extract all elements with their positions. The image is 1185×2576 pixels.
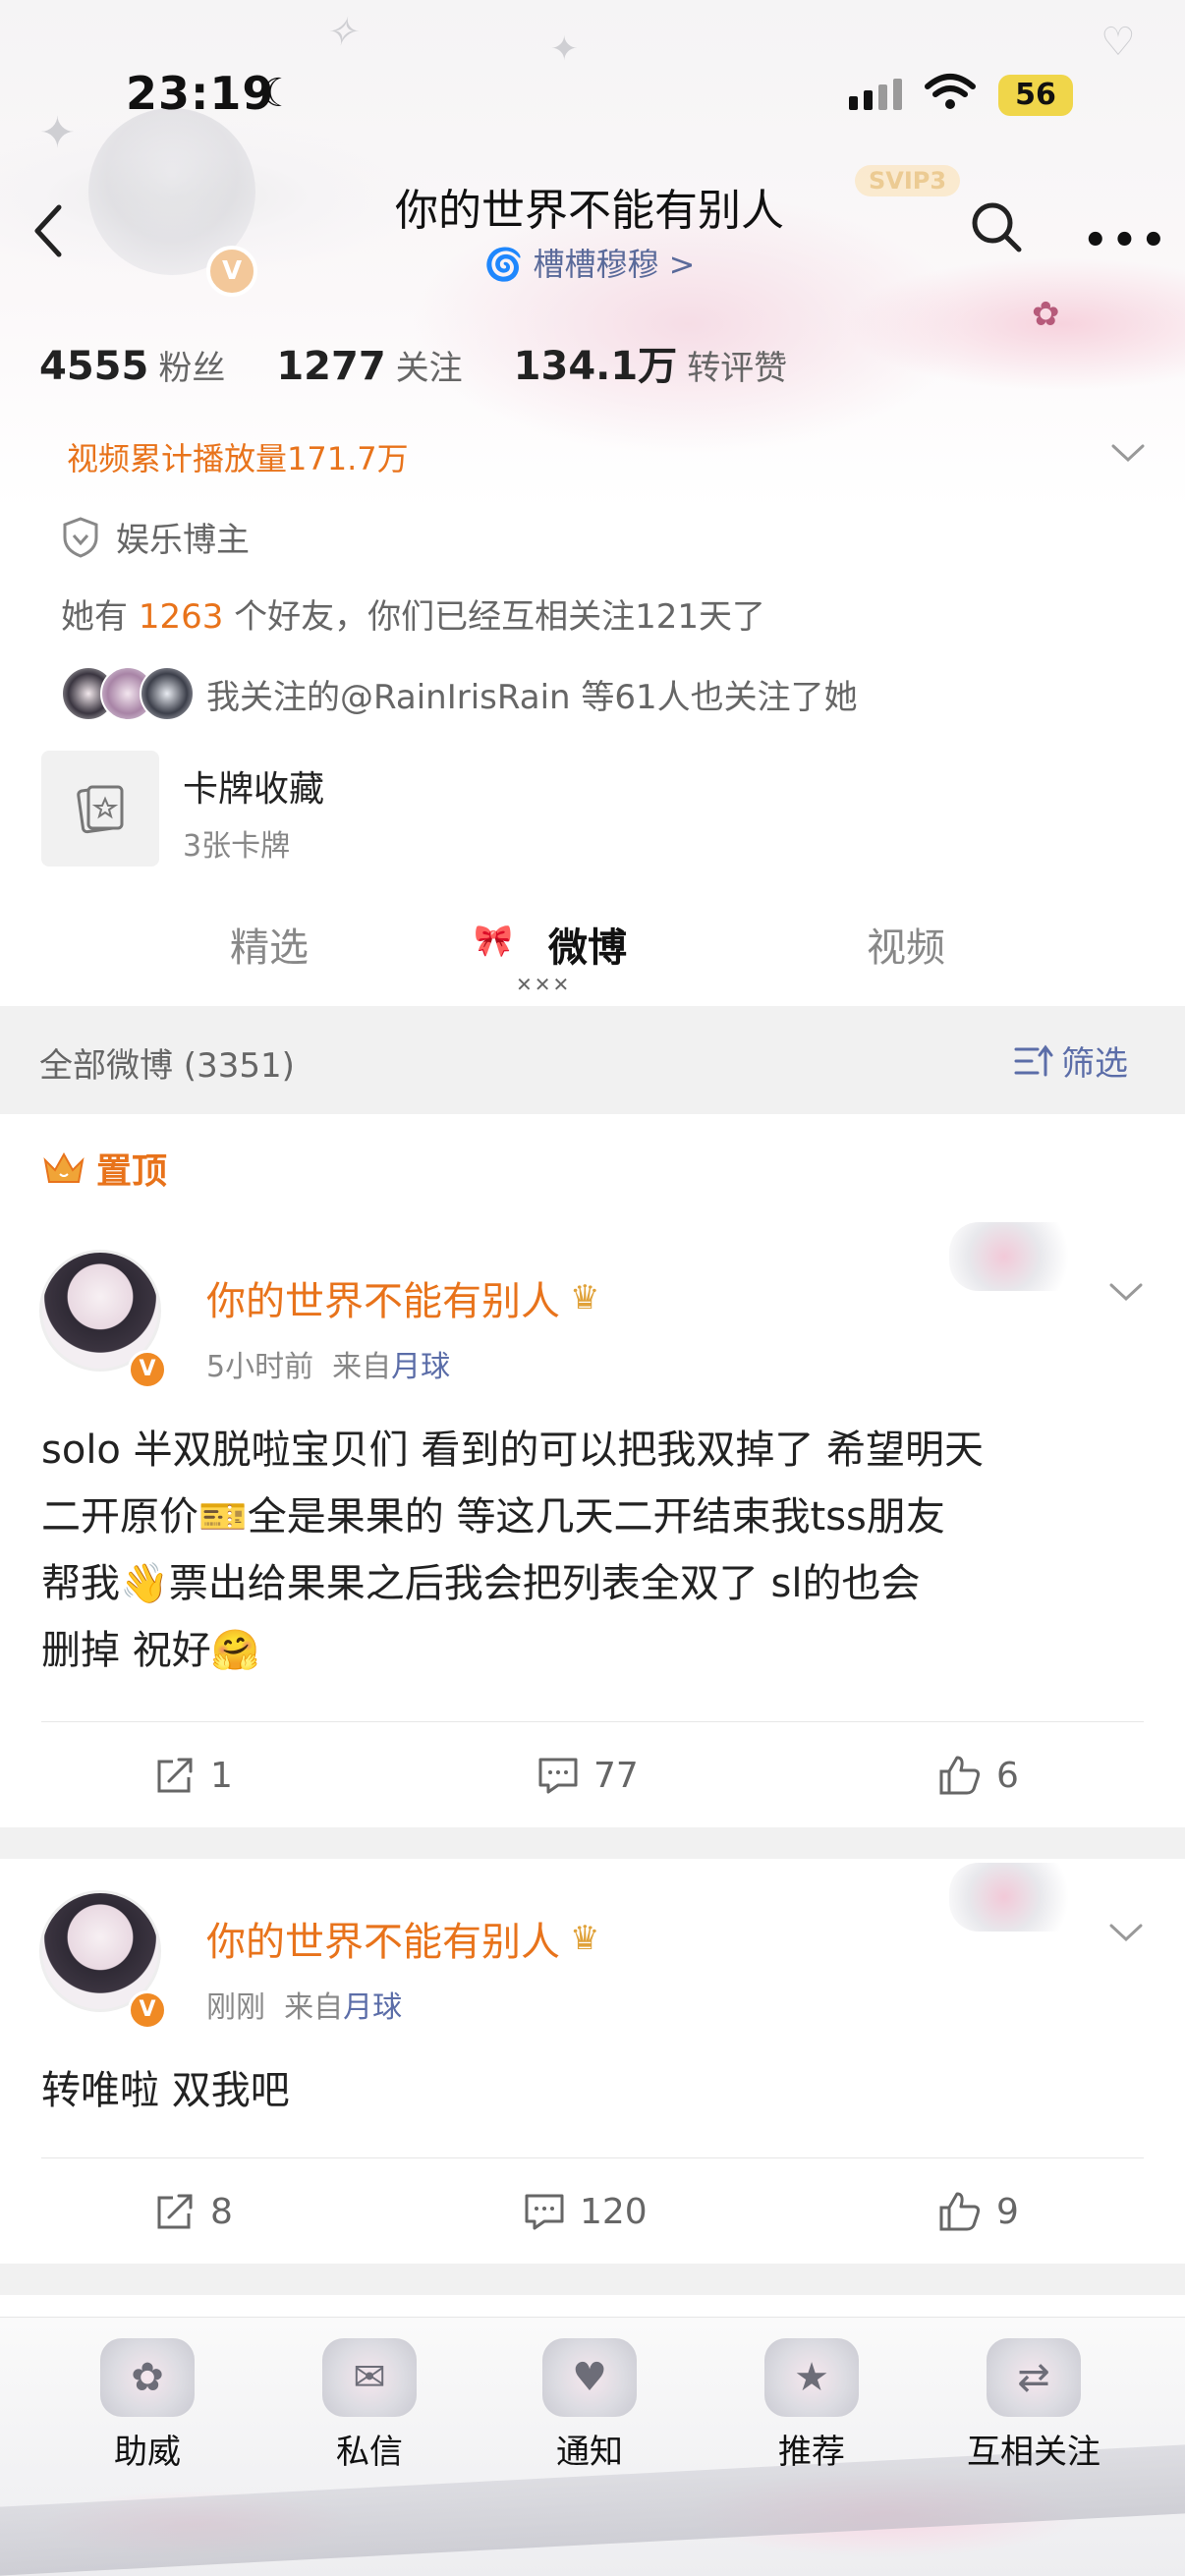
more-options-icon[interactable]: ••• xyxy=(1083,218,1170,263)
repost-button[interactable]: 1 xyxy=(153,1756,233,1796)
background-doodle: ✦ xyxy=(550,29,579,69)
verified-badge: V xyxy=(128,1350,167,1389)
share-icon xyxy=(157,2194,193,2229)
tab-featured[interactable]: 精选 xyxy=(230,916,309,973)
video-play-count: 视频累计播放量171.7万 xyxy=(67,440,409,477)
shield-icon xyxy=(63,516,98,558)
verified-badge: V xyxy=(206,246,257,297)
stat-followers[interactable]: 4555 粉丝 xyxy=(39,341,225,389)
role-row: 娱乐博主 xyxy=(61,513,250,561)
like-button[interactable]: 9 xyxy=(937,2190,1019,2233)
status-time: 23:19 xyxy=(126,67,275,120)
moon-icon: ☾ xyxy=(260,71,296,116)
crown-badge-icon: ♛ xyxy=(570,1278,600,1317)
comment-icon xyxy=(525,2194,564,2230)
bell-icon: ♥ xyxy=(542,2338,637,2417)
repost-button[interactable]: 8 xyxy=(153,2192,233,2232)
all-posts-count: 全部微博 (3351) xyxy=(39,1046,295,1086)
tab-active-indicator: ✕✕✕ xyxy=(516,973,572,996)
cheer-button[interactable]: ✿ 助威 xyxy=(59,2338,236,2473)
comment-button[interactable]: 77 xyxy=(536,1756,639,1796)
friends-info: 她有 1263 个好友，你们已经互相关注121天了 xyxy=(61,597,766,637)
stat-following[interactable]: 1277 关注 xyxy=(276,341,462,389)
mutual-follow-icon: ⇄ xyxy=(987,2338,1081,2417)
bow-icon: 🎀 xyxy=(474,922,513,959)
post-menu-chevron-icon[interactable] xyxy=(1108,1281,1144,1303)
divider xyxy=(41,1721,1144,1722)
background-doodle: ♡ xyxy=(1100,20,1136,65)
mutual-follow-text: 我关注的@RainIrisRain 等61人也关注了她 xyxy=(206,677,858,717)
tab-weibo[interactable]: 微博 xyxy=(548,916,627,973)
pinned-label: 置顶 xyxy=(41,1143,167,1194)
profile-stats: 4555 粉丝 1277 关注 134.1万 转评赞 xyxy=(39,334,787,391)
post-meta: 刚刚 来自月球 xyxy=(206,1990,403,2025)
notify-button[interactable]: ♥ 通知 xyxy=(501,2338,678,2473)
stat-interactions[interactable]: 134.1万 转评赞 xyxy=(514,334,788,391)
card-collection-title[interactable]: 卡牌收藏 xyxy=(183,760,324,812)
post-menu-chevron-icon[interactable] xyxy=(1108,1922,1144,1943)
recommend-icon: ★ xyxy=(764,2338,859,2417)
recommend-button[interactable]: ★ 推荐 xyxy=(723,2338,900,2473)
thumbs-up-icon xyxy=(939,1756,981,1795)
post-author-name[interactable]: 你的世界不能有别人 xyxy=(206,1910,560,1967)
mutual-avatars xyxy=(61,666,195,721)
post-source[interactable]: 月球 xyxy=(343,1990,402,2025)
filter-icon xyxy=(1014,1044,1053,1076)
post-actions: 1 77 6 xyxy=(0,1751,1185,1800)
message-button[interactable]: ✉ 私信 xyxy=(281,2338,458,2473)
battery-indicator: 56 xyxy=(998,75,1073,116)
share-icon xyxy=(157,1758,193,1793)
filter-button[interactable]: 筛选 xyxy=(1014,1036,1128,1085)
role-label: 娱乐博主 xyxy=(116,521,250,560)
divider xyxy=(41,2157,1144,2158)
card-decoration xyxy=(949,1222,1087,1291)
post-body[interactable]: solo 半双脱啦宝贝们 看到的可以把我双掉了 希望明天 二开原价🎫全是果果的 … xyxy=(41,1417,1152,1684)
mutual-follow-row[interactable]: 我关注的@RainIrisRain 等61人也关注了她 xyxy=(61,666,858,721)
message-icon: ✉ xyxy=(322,2338,417,2417)
post-body[interactable]: 转唯啦 双我吧 xyxy=(41,2057,1152,2124)
page-title: 你的世界不能有别人 xyxy=(395,186,784,236)
back-arrow-icon[interactable] xyxy=(29,201,69,260)
tab-videos[interactable]: 视频 xyxy=(867,916,945,973)
friends-count[interactable]: 1263 xyxy=(139,597,224,637)
background-doodle: ✦ xyxy=(39,108,76,158)
background-doodle: ✧ xyxy=(324,10,358,55)
post-author-row: 你的世界不能有别人 ♛ xyxy=(206,1910,599,1967)
card-decoration xyxy=(949,1863,1087,1932)
verified-badge: V xyxy=(128,1990,167,2030)
post-author-row: 你的世界不能有别人 ♛ xyxy=(206,1269,599,1326)
post-separator xyxy=(0,2264,1185,2295)
post-actions: 8 120 9 xyxy=(0,2187,1185,2236)
crown-badge-icon: ♛ xyxy=(570,1919,600,1958)
cheer-icon: ✿ xyxy=(100,2338,195,2417)
like-button[interactable]: 6 xyxy=(937,1754,1019,1797)
cellular-signal-icon xyxy=(849,79,902,110)
post-meta: 5小时前 来自月球 xyxy=(206,1350,451,1384)
post-author-name[interactable]: 你的世界不能有别人 xyxy=(206,1269,560,1326)
mutual-follow-button[interactable]: ⇄ 互相关注 xyxy=(945,2338,1122,2473)
post-source[interactable]: 月球 xyxy=(391,1350,450,1384)
card-collection-icon[interactable] xyxy=(41,751,159,867)
expand-chevron-icon[interactable] xyxy=(1110,442,1146,464)
comment-icon xyxy=(538,1758,578,1794)
card-collection-count: 3张卡牌 xyxy=(183,829,291,864)
thumbs-up-icon xyxy=(939,2192,981,2231)
crown-icon xyxy=(43,1151,85,1183)
background-doodle: ✿ xyxy=(1032,295,1060,334)
comment-button[interactable]: 120 xyxy=(523,2192,648,2232)
wifi-icon xyxy=(925,74,976,109)
profile-subtitle-link[interactable]: 🌀 槽槽穆穆 > xyxy=(295,240,884,285)
post-separator xyxy=(0,1827,1185,1859)
search-icon[interactable] xyxy=(968,198,1027,257)
